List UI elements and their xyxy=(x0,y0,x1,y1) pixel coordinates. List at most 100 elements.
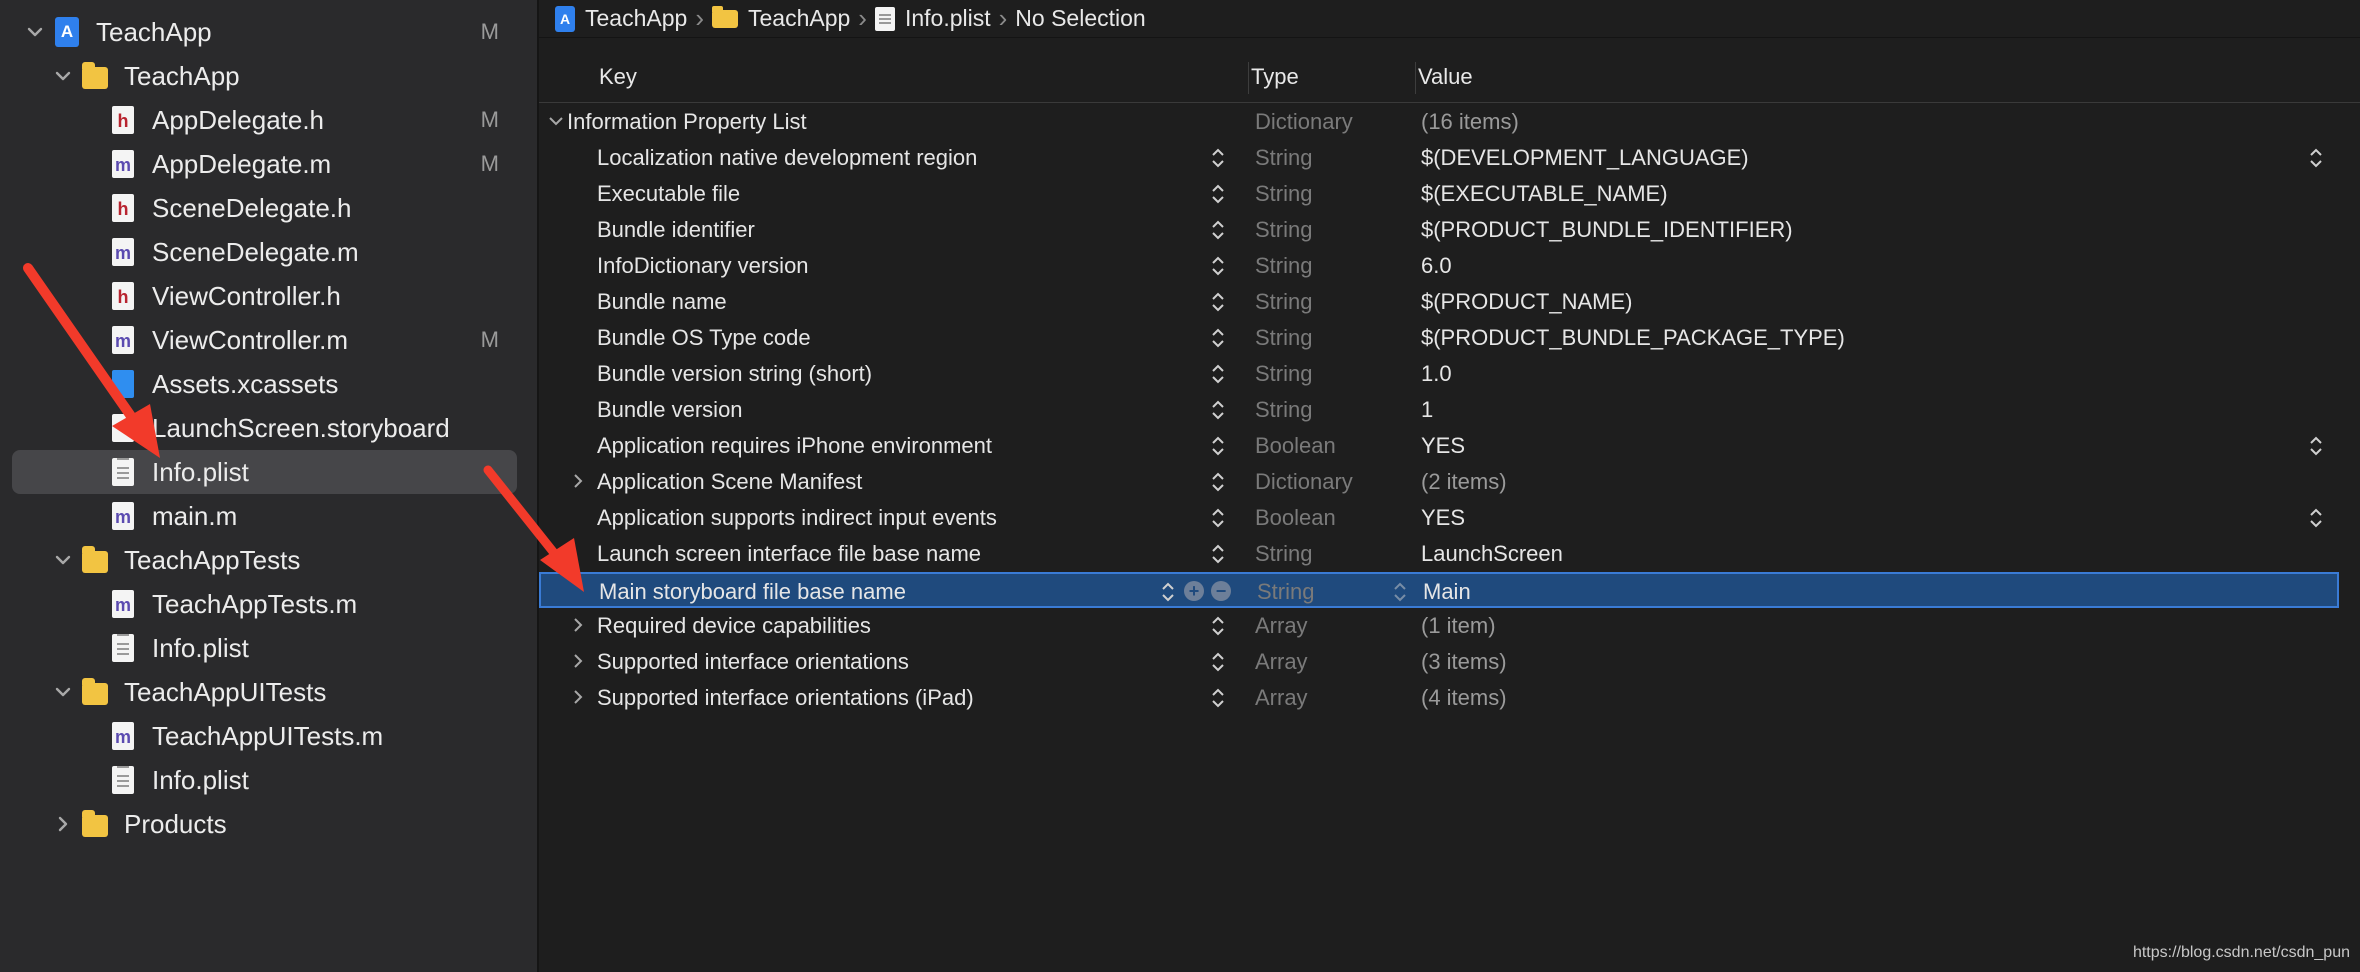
plist-value[interactable]: (16 items) xyxy=(1421,109,1519,135)
plist-value[interactable]: 6.0 xyxy=(1421,253,1452,279)
plist-key[interactable]: Application Scene Manifest xyxy=(597,469,862,495)
navigator-item[interactable]: Products xyxy=(12,802,517,846)
chevron-down-icon[interactable] xyxy=(50,63,76,89)
navigator-item[interactable]: m TeachAppUITests.m xyxy=(12,714,517,758)
plist-row[interactable]: Executable file String $(EXECUTABLE_NAME) xyxy=(539,176,2339,212)
chevron-right-icon[interactable] xyxy=(569,470,587,498)
plist-row[interactable]: Supported interface orientations (iPad) A… xyxy=(539,680,2339,716)
key-stepper-icon[interactable] xyxy=(1211,363,1225,385)
plist-type[interactable]: Array xyxy=(1255,649,1308,675)
plist-value[interactable]: $(PRODUCT_BUNDLE_IDENTIFIER) xyxy=(1421,217,1793,243)
chevron-down-icon[interactable] xyxy=(50,679,76,705)
navigator-item[interactable]: m ViewController.m M xyxy=(12,318,517,362)
plist-type[interactable]: String xyxy=(1255,397,1312,423)
plist-key[interactable]: Executable file xyxy=(597,181,740,207)
plist-type[interactable]: String xyxy=(1255,289,1312,315)
plist-type[interactable]: String xyxy=(1257,579,1314,605)
plist-value[interactable]: $(EXECUTABLE_NAME) xyxy=(1421,181,1668,207)
remove-row-button[interactable]: − xyxy=(1211,581,1231,601)
navigator-item[interactable]: h AppDelegate.h M xyxy=(12,98,517,142)
plist-row[interactable]: Main storyboard file base name + − String Ma… xyxy=(539,572,2339,608)
key-stepper-icon[interactable] xyxy=(1211,543,1225,565)
plist-type[interactable]: String xyxy=(1255,253,1312,279)
key-stepper-icon[interactable] xyxy=(1161,581,1175,603)
navigator-item[interactable]: Info.plist xyxy=(12,450,517,494)
plist-row[interactable]: Localization native development region St… xyxy=(539,140,2339,176)
key-stepper-icon[interactable] xyxy=(1211,651,1225,673)
plist-row[interactable]: Application requires iPhone environment B… xyxy=(539,428,2339,464)
chevron-right-icon[interactable] xyxy=(50,811,76,837)
plist-type[interactable]: Array xyxy=(1255,685,1308,711)
type-stepper-icon[interactable] xyxy=(1393,581,1407,603)
plist-type[interactable]: String xyxy=(1255,361,1312,387)
key-stepper-icon[interactable] xyxy=(1211,435,1225,457)
navigator-item[interactable]: m main.m xyxy=(12,494,517,538)
plist-key[interactable]: Bundle OS Type code xyxy=(597,325,811,351)
key-stepper-icon[interactable] xyxy=(1211,615,1225,637)
chevron-down-icon[interactable] xyxy=(22,19,48,45)
plist-row[interactable]: Information Property List Dictionary (16 i… xyxy=(539,104,2339,140)
plist-type[interactable]: String xyxy=(1255,217,1312,243)
plist-key[interactable]: Supported interface orientations xyxy=(597,649,909,675)
plist-key[interactable]: Required device capabilities xyxy=(597,613,871,639)
navigator-item[interactable]: Info.plist xyxy=(12,758,517,802)
navigator-item[interactable]: h SceneDelegate.h xyxy=(12,186,517,230)
plist-value[interactable]: (1 item) xyxy=(1421,613,1496,639)
key-stepper-icon[interactable] xyxy=(1211,147,1225,169)
navigator-item[interactable]: m SceneDelegate.m xyxy=(12,230,517,274)
plist-type[interactable]: Array xyxy=(1255,613,1308,639)
key-stepper-icon[interactable] xyxy=(1211,687,1225,709)
chevron-right-icon[interactable] xyxy=(569,614,587,642)
plist-key[interactable]: Main storyboard file base name xyxy=(599,579,906,605)
chevron-down-icon[interactable] xyxy=(50,547,76,573)
plist-row[interactable]: Launch screen interface file base name St… xyxy=(539,536,2339,572)
value-popup-icon[interactable] xyxy=(2309,507,2323,529)
plist-value[interactable]: 1 xyxy=(1421,397,1433,423)
column-header-type[interactable]: Type xyxy=(1251,64,1299,90)
plist-key[interactable]: Application requires iPhone environment xyxy=(597,433,992,459)
navigator-item[interactable]: h ViewController.h xyxy=(12,274,517,318)
plist-key[interactable]: Application supports indirect input even… xyxy=(597,505,997,531)
plist-type[interactable]: String xyxy=(1255,181,1312,207)
plist-value[interactable]: Main xyxy=(1423,579,1471,605)
plist-type[interactable]: Dictionary xyxy=(1255,469,1353,495)
key-stepper-icon[interactable] xyxy=(1211,291,1225,313)
plist-value[interactable]: LaunchScreen xyxy=(1421,541,1563,567)
key-stepper-icon[interactable] xyxy=(1211,255,1225,277)
key-stepper-icon[interactable] xyxy=(1211,399,1225,421)
column-header-value[interactable]: Value xyxy=(1418,64,1473,90)
plist-key[interactable]: Bundle version string (short) xyxy=(597,361,872,387)
value-popup-icon[interactable] xyxy=(2309,147,2323,169)
plist-value[interactable]: $(PRODUCT_NAME) xyxy=(1421,289,1632,315)
add-row-button[interactable]: + xyxy=(1184,581,1204,601)
plist-row[interactable]: Required device capabilities Array (1 item… xyxy=(539,608,2339,644)
plist-value[interactable]: (2 items) xyxy=(1421,469,1507,495)
key-stepper-icon[interactable] xyxy=(1211,183,1225,205)
key-stepper-icon[interactable] xyxy=(1211,507,1225,529)
plist-row[interactable]: Bundle version string (short) String 1.0 xyxy=(539,356,2339,392)
column-divider[interactable] xyxy=(1415,62,1416,94)
plist-row[interactable]: Bundle OS Type code String $(PRODUCT_BUNDL… xyxy=(539,320,2339,356)
plist-value[interactable]: 1.0 xyxy=(1421,361,1452,387)
plist-type[interactable]: String xyxy=(1255,145,1312,171)
plist-key[interactable]: Localization native development region xyxy=(597,145,977,171)
plist-value[interactable]: (3 items) xyxy=(1421,649,1507,675)
key-stepper-icon[interactable] xyxy=(1211,219,1225,241)
plist-value[interactable]: YES xyxy=(1421,505,1465,531)
plist-row[interactable]: Bundle version String 1 xyxy=(539,392,2339,428)
plist-key[interactable]: Bundle version xyxy=(597,397,743,423)
key-stepper-icon[interactable] xyxy=(1211,471,1225,493)
plist-row[interactable]: Bundle name String $(PRODUCT_NAME) xyxy=(539,284,2339,320)
breadcrumb-file[interactable]: Info.plist xyxy=(874,5,991,32)
key-stepper-icon[interactable] xyxy=(1211,327,1225,349)
breadcrumb-selection[interactable]: No Selection xyxy=(1015,5,1145,32)
plist-key[interactable]: Bundle name xyxy=(597,289,727,315)
plist-value[interactable]: (4 items) xyxy=(1421,685,1507,711)
plist-row[interactable]: Application supports indirect input even… xyxy=(539,500,2339,536)
plist-key[interactable]: Launch screen interface file base name xyxy=(597,541,981,567)
column-header-key[interactable]: Key xyxy=(599,64,637,90)
plist-row[interactable]: InfoDictionary version String 6.0 xyxy=(539,248,2339,284)
plist-type[interactable]: String xyxy=(1255,541,1312,567)
plist-row[interactable]: Bundle identifier String $(PRODUCT_BUNDLE_… xyxy=(539,212,2339,248)
plist-key[interactable]: Bundle identifier xyxy=(597,217,755,243)
